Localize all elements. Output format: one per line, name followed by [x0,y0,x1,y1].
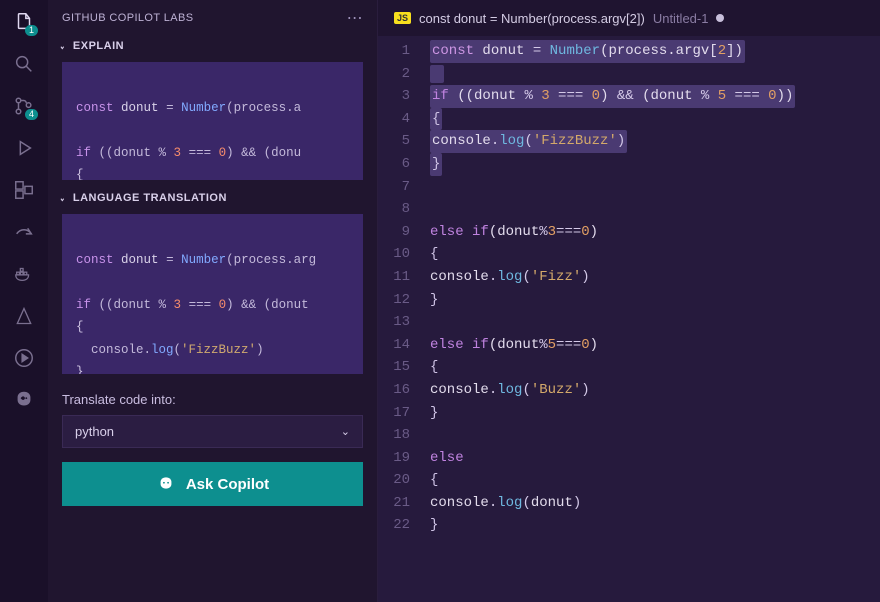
ask-copilot-button[interactable]: Ask Copilot [62,462,363,506]
translate-language-select[interactable]: python ⌄ [62,415,363,448]
scm-badge: 4 [25,109,38,120]
activity-bar: 1 4 [0,0,48,602]
chevron-down-icon: ⌄ [59,41,65,52]
translate-code-preview: const donut = Number(process.arg if ((do… [62,214,363,374]
chevron-down-icon: ⌄ [341,425,350,438]
translate-into-label: Translate code into: [62,392,363,407]
explorer-badge: 1 [25,25,38,36]
extensions-icon[interactable] [12,178,36,202]
translate-language-value: python [75,424,114,439]
section-explain[interactable]: ⌄ EXPLAIN [48,36,377,56]
explain-code-preview: const donut = Number(process.a if ((donu… [62,62,363,180]
js-file-icon: JS [394,12,411,24]
docker-icon[interactable] [12,262,36,286]
azure-icon[interactable] [12,304,36,328]
tab-context-text: const donut = Number(process.argv[2]) [419,11,645,26]
editor-tab[interactable]: JS const donut = Number(process.argv[2])… [388,0,730,36]
section-translate[interactable]: ⌄ LANGUAGE TRANSLATION [48,188,377,208]
source-control-icon[interactable]: 4 [12,94,36,118]
section-translate-label: LANGUAGE TRANSLATION [73,192,227,204]
code-editor[interactable]: 123 456 789 101112 131415 161718 192021 … [378,36,880,602]
share-icon[interactable] [12,220,36,244]
sidebar-title: GITHUB COPILOT LABS [62,12,193,24]
chevron-down-icon: ⌄ [59,193,65,204]
dirty-indicator-icon [716,14,724,22]
search-icon[interactable] [12,52,36,76]
explorer-icon[interactable]: 1 [12,10,36,34]
section-explain-label: EXPLAIN [73,40,124,52]
sidebar-header: GITHUB COPILOT LABS ⋯ [48,0,377,36]
ask-copilot-label: Ask Copilot [186,476,269,493]
copilot-icon [156,474,176,494]
code-lines: const donut = Number(process.argv[2]) if… [424,40,880,602]
editor-pane: JS const donut = Number(process.argv[2])… [378,0,880,602]
copilot-labs-icon[interactable] [12,388,36,412]
copilot-labs-sidebar: GITHUB COPILOT LABS ⋯ ⌄ EXPLAIN const do… [48,0,378,602]
tab-filename: Untitled-1 [653,11,709,26]
editor-tabbar: JS const donut = Number(process.argv[2])… [378,0,880,36]
line-gutter: 123 456 789 101112 131415 161718 192021 … [378,40,424,602]
run-debug-icon[interactable] [12,136,36,160]
more-actions-icon[interactable]: ⋯ [347,8,363,28]
play-circle-icon[interactable] [12,346,36,370]
